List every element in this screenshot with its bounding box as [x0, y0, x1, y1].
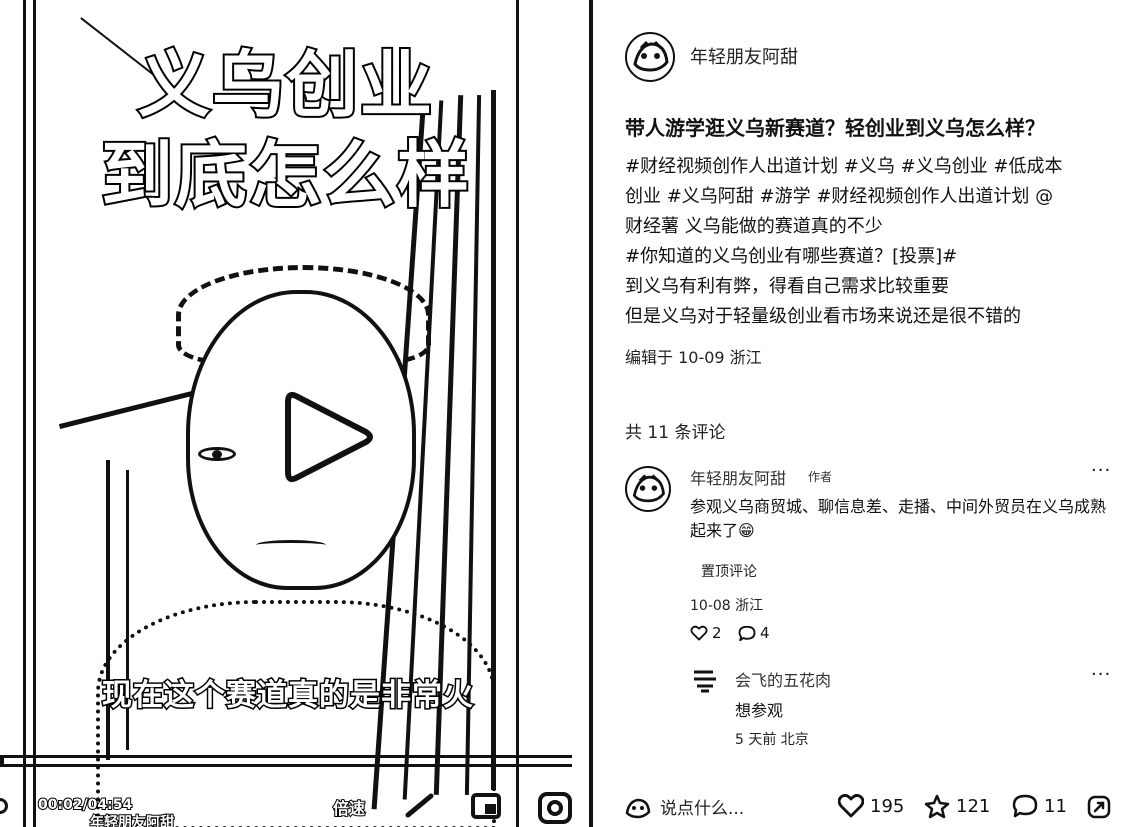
post-edit-meta: 编辑于 10-09 浙江 [625, 348, 762, 367]
comment-like-button[interactable]: 2 [690, 624, 722, 642]
speech-bubble-icon [1012, 794, 1038, 818]
person-mouth [256, 540, 326, 550]
fullscreen-icon[interactable] [537, 791, 573, 825]
post-body-line: 但是义乌对于轻量级创业看市场来说还是很不错的 [625, 306, 1021, 327]
like-count: 195 [870, 795, 905, 817]
pip-icon[interactable] [470, 792, 502, 822]
user-avatar-icon [625, 798, 651, 818]
post-body-line: 财经薯 义乌能做的赛道真的不少 [625, 216, 883, 237]
play-button[interactable] [244, 352, 414, 522]
video-panel[interactable]: 义乌创业 到底怎么样 现在这个赛道真的是非常火 00:02/04:54 年轻朋友… [0, 0, 594, 827]
reply-more-button[interactable]: ··· [1091, 664, 1111, 685]
reply-author-avatar[interactable] [691, 666, 719, 694]
comment-more-button[interactable]: ··· [1091, 460, 1111, 481]
comment-date: 10-08 浙江 [690, 598, 764, 614]
share-button[interactable] [1086, 794, 1112, 824]
video-left-border [0, 0, 26, 827]
heart-icon [838, 794, 864, 818]
post-body-line[interactable]: #财经视频创作人出道计划 #义乌 #义乌创业 #低成本 [625, 152, 1105, 182]
comment-reply-count: 4 [760, 624, 770, 642]
video-title-line2: 到底怎么样 [99, 131, 471, 219]
video-subtitle: 现在这个赛道真的是非常火 [101, 677, 475, 715]
comment-reply-button[interactable]: 4 [738, 624, 770, 642]
post-body-line[interactable]: 创业 #义乌阿甜 #游学 #财经视频创作人出道计划 @ [625, 182, 1105, 212]
volume-icon[interactable] [405, 793, 435, 819]
comment-author-name[interactable]: 年轻朋友阿甜 [690, 465, 786, 489]
reply-date: 5 天前 北京 [735, 732, 809, 748]
video-right-border [516, 0, 524, 827]
post-body-line[interactable]: #你知道的义乌创业有哪些赛道？[投票]# [625, 242, 1105, 272]
video-time-label: 00:02/04:54 [37, 796, 133, 814]
play-icon [285, 391, 373, 483]
star-icon [924, 794, 950, 819]
comment-input-placeholder: 说点什么... [660, 799, 745, 819]
comment-input[interactable]: 说点什么... [624, 794, 744, 819]
video-title-overlay: 义乌创业 到底怎么样 [96, 40, 476, 220]
video-author-overlay: 年轻朋友阿甜 [89, 814, 175, 827]
video-progress-fill [0, 758, 4, 764]
speed-button[interactable]: 倍速 [332, 795, 366, 819]
video-frame[interactable]: 义乌创业 到底怎么样 现在这个赛道真的是非常火 [33, 0, 516, 827]
previous-circle-icon[interactable] [0, 798, 8, 814]
post-title: 带人游学逛义乌新赛道？轻创业到义乌怎么样？ [625, 116, 1045, 140]
author-avatar[interactable] [625, 32, 675, 82]
share-icon [1087, 795, 1111, 819]
author-badge: 作者 [808, 470, 833, 484]
comment-author-avatar[interactable] [625, 466, 671, 512]
post-body: #财经视频创作人出道计划 #义乌 #义乌创业 #低成本 创业 #义乌阿甜 #游学… [625, 152, 1105, 332]
reply-text: 想参观 [735, 701, 784, 720]
comment-total-count: 11 [1044, 795, 1067, 817]
heart-icon [690, 625, 708, 641]
bottom-action-bar: 说点什么... 195 121 11 [594, 780, 1127, 827]
comment-like-count: 2 [712, 624, 722, 642]
collect-button[interactable]: 121 [924, 794, 990, 819]
speech-bubble-icon [738, 625, 756, 641]
comment-count: 共 11 条评论 [625, 423, 726, 443]
author-name[interactable]: 年轻朋友阿甜 [690, 43, 798, 69]
collect-count: 121 [956, 796, 991, 817]
comment-button[interactable]: 11 [1012, 794, 1067, 818]
pinned-comment-badge: 置顶评论 [701, 564, 757, 580]
video-title-line1: 义乌创业 [136, 41, 434, 129]
like-button[interactable]: 195 [838, 794, 904, 818]
panel-divider [589, 0, 593, 827]
comment-text: 参观义乌商贸城、聊信息差、走播、中间外贸员在义乌成熟起来了😁 [690, 497, 1107, 540]
reply-author-name[interactable]: 会飞的五花肉 [735, 667, 831, 691]
person-eye [198, 447, 236, 461]
note-detail-panel: 年轻朋友阿甜 带人游学逛义乌新赛道？轻创业到义乌怎么样？ #财经视频创作人出道计… [594, 0, 1127, 827]
post-body-line: 到义乌有利有弊，得看自己需求比较重要 [625, 276, 949, 297]
video-progress-bar[interactable] [0, 755, 572, 767]
